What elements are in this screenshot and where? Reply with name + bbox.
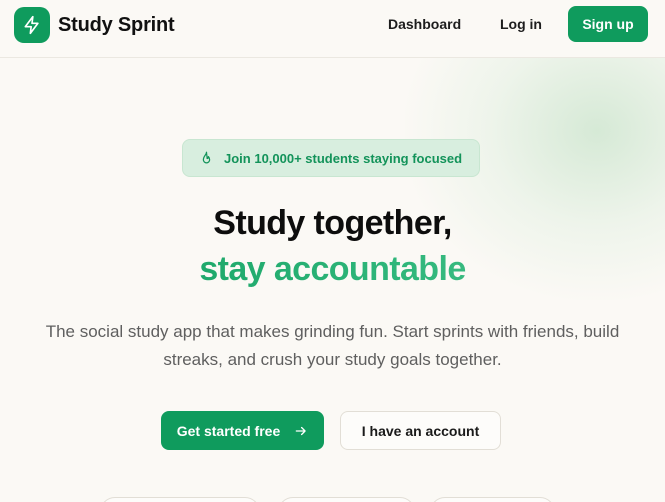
brand-name: Study Sprint	[58, 13, 175, 36]
brand-logo[interactable]: Study Sprint	[14, 7, 175, 43]
landing-page: Study Sprint Dashboard Log in Sign up Jo…	[0, 0, 665, 502]
get-started-button[interactable]: Get started free	[161, 411, 324, 450]
hero-subtitle-line2: streaks, and crush your study goals toge…	[163, 350, 502, 369]
top-nav: Study Sprint Dashboard Log in Sign up	[0, 0, 665, 58]
badge-text: Join 10,000+ students staying focused	[224, 150, 463, 166]
hero-subtitle-line1: The social study app that makes grinding…	[45, 322, 620, 341]
signup-button[interactable]: Sign up	[568, 6, 648, 42]
nav-login-link[interactable]: Log in	[500, 16, 542, 32]
get-started-label: Get started free	[176, 422, 281, 439]
feature-pill	[100, 497, 260, 502]
social-proof-badge: Join 10,000+ students staying focused	[182, 139, 480, 177]
feature-pill	[278, 497, 415, 502]
lightning-bolt-icon	[14, 7, 50, 43]
nav-dashboard-link[interactable]: Dashboard	[388, 16, 461, 32]
flame-icon	[199, 151, 214, 166]
feature-pill	[430, 497, 555, 502]
arrow-right-icon	[294, 424, 308, 438]
hero-title-line2: stay accountable	[0, 250, 665, 289]
hero-title-line1: Study together,	[213, 204, 452, 242]
have-account-button[interactable]: I have an account	[340, 411, 501, 450]
hero-subtitle: The social study app that makes grinding…	[20, 318, 645, 374]
